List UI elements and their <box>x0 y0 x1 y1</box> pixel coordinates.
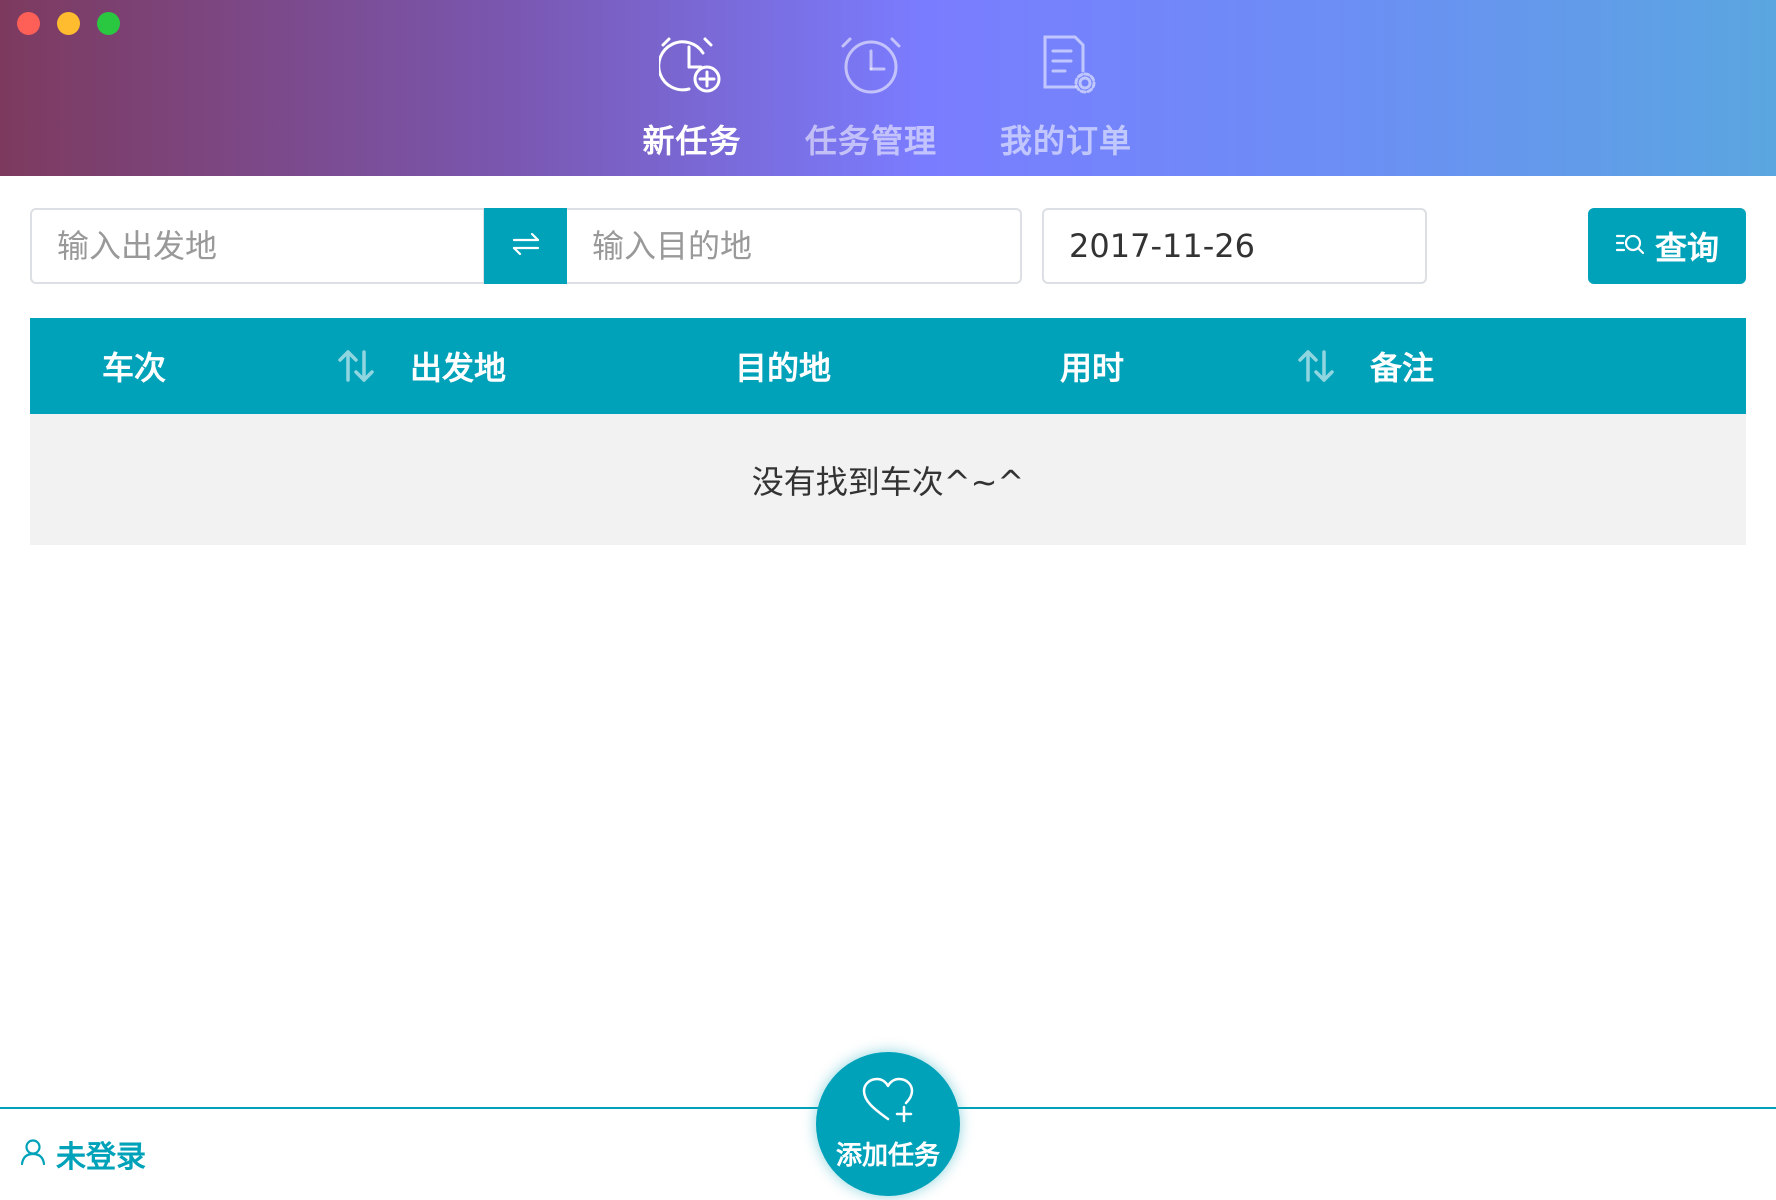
window-controls <box>17 12 120 35</box>
tab-my-orders-label: 我的订单 <box>999 122 1132 160</box>
tab-task-management[interactable]: 任务管理 <box>800 28 942 162</box>
departure-field[interactable] <box>30 208 485 284</box>
empty-results-text: 没有找到车次^~^ <box>751 462 1025 501</box>
column-header-destination: 目的地 <box>735 318 831 414</box>
swap-arrows-icon <box>511 232 541 260</box>
search-list-icon <box>1615 231 1645 261</box>
column-header-departure-label: 出发地 <box>410 349 507 387</box>
column-header-train: 车次 <box>102 318 166 414</box>
tab-new-task-label: 新任务 <box>642 122 742 160</box>
close-window-button[interactable] <box>17 12 40 35</box>
sort-train-icon[interactable] <box>336 348 376 384</box>
tab-task-management-label: 任务管理 <box>804 122 937 160</box>
user-icon <box>20 1138 46 1170</box>
document-gear-icon <box>1030 28 1102 100</box>
query-button-label: 查询 <box>1654 229 1719 267</box>
date-value: 2017-11-26 <box>1069 227 1255 265</box>
empty-results-row: 没有找到车次^~^ <box>30 414 1746 545</box>
column-header-departure: 出发地 <box>410 318 506 414</box>
date-field[interactable]: 2017-11-26 <box>1042 208 1427 284</box>
login-status[interactable]: 未登录 <box>20 1132 146 1176</box>
destination-input[interactable] <box>592 227 1020 265</box>
column-header-duration: 用时 <box>1060 318 1124 414</box>
swap-locations-button[interactable] <box>484 208 568 284</box>
column-header-destination-label: 目的地 <box>735 349 832 387</box>
sort-duration-icon[interactable] <box>1296 348 1336 384</box>
tab-new-task[interactable]: 新任务 <box>642 28 742 162</box>
results-table-header: 车次 出发地 目的地 用时 备注 <box>30 318 1746 414</box>
app-header: 新任务 任务管理 我的订单 <box>0 0 1776 176</box>
minimize-window-button[interactable] <box>57 12 80 35</box>
column-header-remarks-label: 备注 <box>1370 349 1435 387</box>
add-task-label: 添加任务 <box>835 1140 940 1171</box>
alarm-clock-icon <box>835 28 907 100</box>
column-header-remarks: 备注 <box>1370 318 1434 414</box>
heart-plus-icon <box>860 1077 916 1129</box>
add-task-button[interactable]: 添加任务 <box>816 1052 960 1196</box>
login-status-label: 未登录 <box>56 1140 146 1175</box>
zoom-window-button[interactable] <box>97 12 120 35</box>
tab-my-orders[interactable]: 我的订单 <box>995 28 1137 162</box>
column-header-duration-label: 用时 <box>1060 349 1125 387</box>
alarm-clock-plus-icon <box>656 28 728 100</box>
destination-field[interactable] <box>567 208 1022 284</box>
column-header-train-label: 车次 <box>102 349 167 387</box>
query-button[interactable]: 查询 <box>1588 208 1746 284</box>
departure-input[interactable] <box>57 227 483 265</box>
